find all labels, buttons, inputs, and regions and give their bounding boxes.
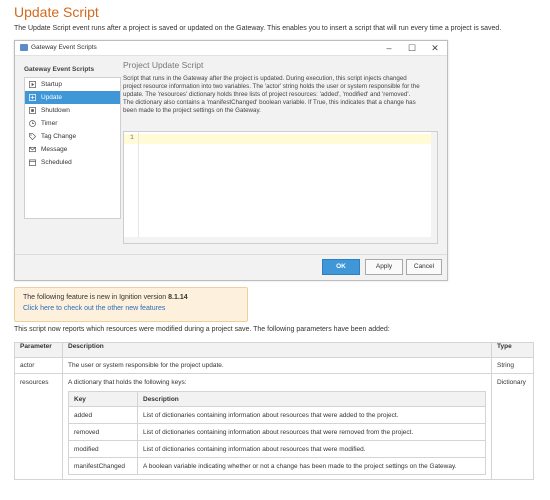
resource-keys-table: Key Description added List of dictionari… bbox=[68, 391, 486, 475]
parameters-intro: This script now reports which resources … bbox=[14, 326, 390, 333]
apply-button[interactable]: Apply bbox=[365, 259, 403, 275]
sidebar-item-label: Update bbox=[41, 94, 62, 101]
maximize-icon[interactable]: ☐ bbox=[404, 42, 420, 54]
param-name: resources bbox=[14, 373, 63, 480]
startup-icon bbox=[29, 81, 36, 88]
sidebar: Gateway Event Scripts Startup Update Shu… bbox=[20, 62, 121, 269]
param-description: A dictionary that holds the following ke… bbox=[68, 379, 187, 386]
sidebar-item-label: Scheduled bbox=[41, 159, 72, 166]
script-description: Script that runs in the Gateway after th… bbox=[123, 75, 439, 115]
new-feature-notice: The following feature is new in Ignition… bbox=[14, 287, 248, 322]
description-line: The dictionary also contains a 'manifest… bbox=[123, 99, 416, 106]
app-icon bbox=[20, 44, 28, 51]
sidebar-item-label: Startup bbox=[41, 81, 62, 88]
description-line: Script that runs in the Gateway after th… bbox=[123, 75, 407, 82]
column-header: Description bbox=[62, 342, 492, 358]
sidebar-header: Gateway Event Scripts bbox=[24, 66, 95, 73]
ok-button[interactable]: OK bbox=[322, 259, 360, 275]
message-icon bbox=[29, 146, 36, 153]
column-header: Type bbox=[491, 342, 534, 358]
panel-title: Project Update Script bbox=[123, 60, 204, 70]
sidebar-item-scheduled[interactable]: Scheduled bbox=[25, 156, 120, 169]
table-header-row: Parameter Description Type bbox=[14, 342, 534, 358]
key-description: A boolean variable indicating whether or… bbox=[137, 457, 486, 475]
shutdown-icon bbox=[29, 107, 36, 114]
event-list: Startup Update Shutdown Timer Tag Change bbox=[24, 77, 121, 219]
description-line: update. The 'resources' dictionary holds… bbox=[123, 91, 411, 98]
key-description: List of dictionaries containing informat… bbox=[137, 440, 486, 458]
editor-gutter bbox=[138, 132, 139, 243]
sidebar-item-update[interactable]: Update bbox=[25, 91, 120, 104]
minimize-icon[interactable]: – bbox=[381, 42, 397, 54]
footer-divider bbox=[15, 254, 447, 255]
notice-text: The following feature is new in Ignition… bbox=[23, 294, 188, 301]
param-type: Dictionary bbox=[491, 373, 534, 480]
cancel-button[interactable]: Cancel bbox=[406, 259, 442, 275]
tag-icon bbox=[29, 133, 36, 140]
keys-row: manifestChanged A boolean variable indic… bbox=[68, 457, 486, 475]
vertical-scrollbar[interactable] bbox=[431, 132, 437, 243]
key-name: modified bbox=[68, 440, 138, 458]
key-name: removed bbox=[68, 423, 138, 441]
param-name: actor bbox=[14, 357, 63, 374]
intro-text: The Update Script event runs after a pro… bbox=[14, 25, 502, 32]
key-name: manifestChanged bbox=[68, 457, 138, 475]
sidebar-item-shutdown[interactable]: Shutdown bbox=[25, 104, 120, 117]
script-panel: Project Update Script Script that runs i… bbox=[123, 60, 441, 272]
description-line: project resource information into two va… bbox=[123, 83, 420, 90]
notice-label: The following feature is new in Ignition… bbox=[23, 294, 167, 301]
sidebar-item-startup[interactable]: Startup bbox=[25, 78, 120, 91]
column-header: Key bbox=[68, 391, 138, 407]
key-description: List of dictionaries containing informat… bbox=[137, 406, 486, 424]
gateway-event-scripts-dialog: Gateway Event Scripts – ☐ ✕ Gateway Even… bbox=[14, 40, 448, 281]
param-description-cell: A dictionary that holds the following ke… bbox=[62, 373, 492, 480]
script-editor[interactable]: 1 bbox=[123, 131, 438, 244]
keys-row: removed List of dictionaries containing … bbox=[68, 423, 486, 441]
column-header: Description bbox=[137, 391, 486, 407]
version-number: 8.1.14 bbox=[168, 294, 188, 301]
new-features-link[interactable]: Click here to check out the other new fe… bbox=[23, 305, 165, 312]
table-row: actor The user or system responsible for… bbox=[14, 357, 534, 374]
sidebar-item-label: Timer bbox=[41, 120, 58, 127]
sidebar-item-label: Message bbox=[41, 146, 68, 153]
sidebar-item-tag-change[interactable]: Tag Change bbox=[25, 130, 120, 143]
table-row: resources A dictionary that holds the fo… bbox=[14, 373, 534, 480]
page-title: Update Script bbox=[14, 4, 99, 20]
parameters-table: Parameter Description Type actor The use… bbox=[14, 342, 534, 480]
key-description: List of dictionaries containing informat… bbox=[137, 423, 486, 441]
sidebar-item-label: Tag Change bbox=[41, 133, 77, 140]
column-header: Parameter bbox=[14, 342, 63, 358]
keys-header-row: Key Description bbox=[68, 391, 486, 407]
param-type: String bbox=[491, 357, 534, 374]
dialog-title: Gateway Event Scripts bbox=[31, 44, 97, 51]
keys-row: modified List of dictionaries containing… bbox=[68, 440, 486, 458]
line-number: 1 bbox=[130, 134, 134, 141]
key-name: added bbox=[68, 406, 138, 424]
sidebar-item-timer[interactable]: Timer bbox=[25, 117, 120, 130]
horizontal-scrollbar[interactable] bbox=[124, 237, 431, 243]
timer-icon bbox=[29, 120, 36, 127]
close-icon[interactable]: ✕ bbox=[427, 42, 443, 54]
update-icon bbox=[29, 94, 36, 101]
dialog-titlebar: Gateway Event Scripts – ☐ ✕ bbox=[15, 41, 447, 56]
current-line-highlight bbox=[124, 134, 437, 144]
description-line: been made to the project settings on the… bbox=[123, 107, 261, 114]
calendar-icon bbox=[29, 159, 36, 166]
keys-row: added List of dictionaries containing in… bbox=[68, 406, 486, 424]
sidebar-item-message[interactable]: Message bbox=[25, 143, 120, 156]
param-description: The user or system responsible for the p… bbox=[62, 357, 492, 374]
sidebar-item-label: Shutdown bbox=[41, 107, 70, 114]
